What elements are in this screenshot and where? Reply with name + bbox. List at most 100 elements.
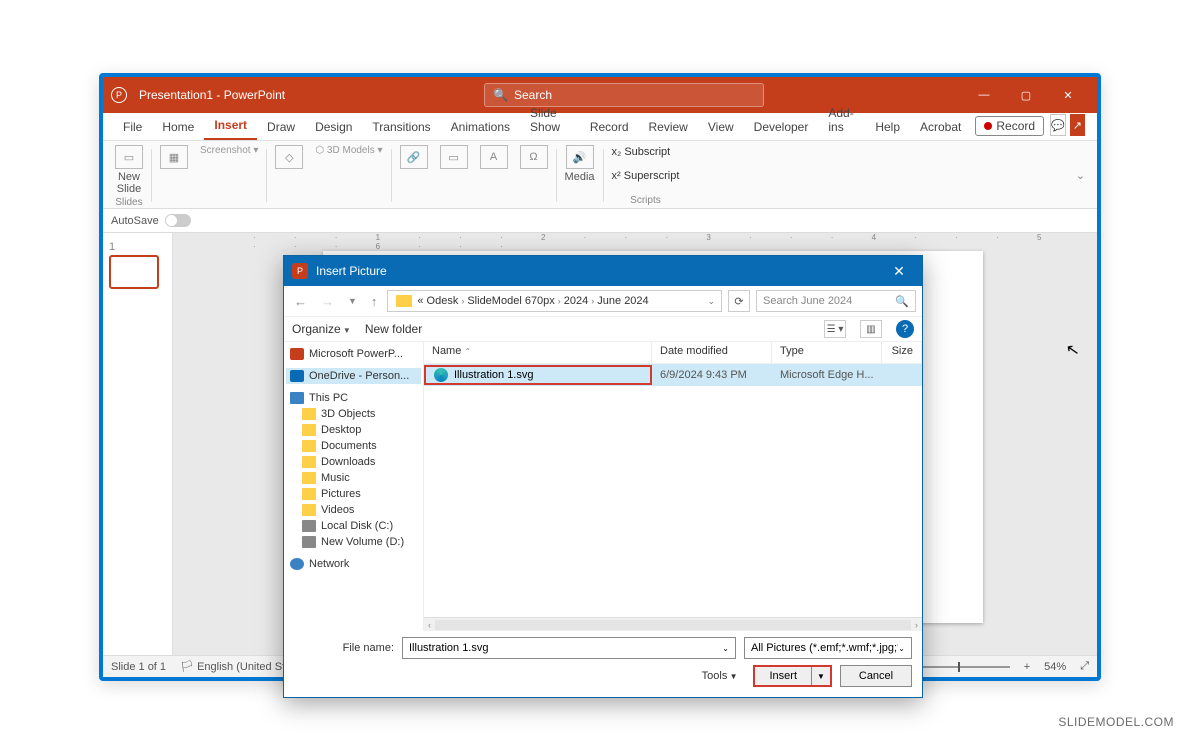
fit-button[interactable]: ⤢	[1080, 660, 1089, 673]
screenshot-button[interactable]: Screenshot ▾	[200, 145, 258, 156]
dialog-search-input[interactable]: Search June 2024 🔍	[756, 290, 916, 312]
zoom-percent[interactable]: 54%	[1044, 661, 1066, 673]
refresh-button[interactable]: ⟳	[728, 290, 750, 312]
text-icon: A	[480, 145, 508, 169]
filetype-filter[interactable]: All Pictures (*.emf;*.wmf;*.jpg;* ⌄	[744, 637, 912, 659]
tree-desktop[interactable]: Desktop	[286, 422, 421, 438]
zoom-slider[interactable]	[910, 666, 1010, 668]
file-illustration-1[interactable]: Illustration 1.svg	[424, 365, 652, 385]
tree-music[interactable]: Music	[286, 470, 421, 486]
insert-picture-dialog: P Insert Picture ✕ ← → ▼ ↑ « Odesk› Slid…	[283, 255, 923, 698]
dialog-close-button[interactable]: ✕	[884, 263, 914, 280]
tree-local-disk-c[interactable]: Local Disk (C:)	[286, 518, 421, 534]
superscript-button[interactable]: x² Superscript	[612, 169, 680, 183]
dialog-titlebar: P Insert Picture ✕	[284, 256, 922, 286]
tab-acrobat[interactable]: Acrobat	[910, 120, 971, 140]
tab-help[interactable]: Help	[865, 120, 910, 140]
organize-button[interactable]: Organize	[292, 322, 351, 336]
new-slide-button[interactable]: ▭ New Slide	[115, 145, 143, 195]
record-button[interactable]: Record	[975, 116, 1044, 136]
view-options-button[interactable]: ☰ ▾	[824, 320, 846, 338]
tab-developer[interactable]: Developer	[744, 120, 819, 140]
share-button[interactable]: ↗	[1070, 114, 1085, 136]
nav-back-button[interactable]: ←	[290, 294, 311, 309]
filename-input[interactable]: Illustration 1.svg ⌄	[402, 637, 736, 659]
tab-review[interactable]: Review	[639, 120, 698, 140]
breadcrumb[interactable]: « Odesk› SlideModel 670px› 2024› June 20…	[387, 290, 722, 312]
cancel-button[interactable]: Cancel	[840, 665, 912, 687]
tree-new-volume-d[interactable]: New Volume (D:)	[286, 534, 421, 550]
tab-insert[interactable]: Insert	[204, 118, 257, 140]
tree-this-pc[interactable]: This PC	[286, 390, 421, 406]
chevron-down-icon[interactable]: ⌄	[722, 644, 729, 653]
tab-animations[interactable]: Animations	[441, 120, 520, 140]
tab-addins[interactable]: Add-ins	[818, 106, 865, 140]
autosave-toggle[interactable]	[165, 214, 191, 227]
powerpoint-window: P Presentation1 - PowerPoint 🔍 Search — …	[99, 73, 1101, 681]
filename-label: File name:	[294, 642, 394, 654]
new-folder-button[interactable]: New folder	[365, 322, 422, 336]
search-placeholder: Search	[514, 88, 552, 102]
shapes-button[interactable]: ◇	[275, 145, 303, 171]
tree-3d-objects[interactable]: 3D Objects	[286, 406, 421, 422]
horizontal-scrollbar[interactable]: ‹›	[424, 617, 922, 631]
tree-videos[interactable]: Videos	[286, 502, 421, 518]
tree-downloads[interactable]: Downloads	[286, 454, 421, 470]
table-button[interactable]: ▦	[160, 145, 188, 171]
col-size[interactable]: Size	[882, 342, 922, 363]
col-type[interactable]: Type	[772, 342, 882, 363]
comments-icon[interactable]: 💬	[1050, 114, 1066, 136]
close-button[interactable]: ✕	[1047, 77, 1089, 113]
nav-up-button[interactable]: ↑	[367, 294, 382, 309]
nav-recent-dropdown[interactable]: ▼	[344, 296, 361, 306]
search-icon: 🔍	[895, 295, 909, 308]
tree-documents[interactable]: Documents	[286, 438, 421, 454]
nav-forward-button[interactable]: →	[317, 294, 338, 309]
zoom-in-button[interactable]: +	[1024, 661, 1030, 673]
tab-record[interactable]: Record	[580, 120, 639, 140]
tab-file[interactable]: File	[113, 120, 152, 140]
link-button[interactable]: 🔗	[400, 145, 428, 171]
dialog-toolbar: Organize New folder ☰ ▾ ▥ ?	[284, 316, 922, 342]
link-icon: 🔗	[400, 145, 428, 169]
ribbon-collapse-chevron-icon[interactable]: ⌄	[1076, 143, 1091, 208]
help-button[interactable]: ?	[896, 320, 914, 338]
tab-draw[interactable]: Draw	[257, 120, 305, 140]
symbols-button[interactable]: Ω	[520, 145, 548, 171]
tab-home[interactable]: Home	[152, 120, 204, 140]
media-button[interactable]: 🔊Media	[565, 145, 595, 183]
tree-onedrive[interactable]: OneDrive - Person...	[286, 368, 421, 384]
3d-models-button[interactable]: ⬡ 3D Models ▾	[315, 145, 382, 156]
text-button[interactable]: A	[480, 145, 508, 171]
tree-powerpoint[interactable]: Microsoft PowerP...	[286, 346, 421, 362]
insert-split-dropdown[interactable]: ▼	[812, 672, 830, 681]
tab-design[interactable]: Design	[305, 120, 362, 140]
col-name[interactable]: Name ⌃	[424, 342, 652, 363]
file-date: 6/9/2024 9:43 PM	[652, 369, 772, 381]
tab-view[interactable]: View	[698, 120, 744, 140]
insert-button[interactable]: Insert ▼	[753, 665, 832, 687]
dialog-body: Microsoft PowerP... OneDrive - Person...…	[284, 342, 922, 631]
search-icon: 🔍	[493, 88, 508, 102]
preview-pane-button[interactable]: ▥	[860, 320, 882, 338]
powerpoint-icon: P	[111, 87, 127, 103]
folder-icon	[396, 295, 412, 307]
minimize-button[interactable]: —	[963, 77, 1005, 113]
tree-network[interactable]: Network	[286, 556, 421, 572]
titlebar: P Presentation1 - PowerPoint 🔍 Search — …	[103, 77, 1097, 113]
tree-pictures[interactable]: Pictures	[286, 486, 421, 502]
tab-transitions[interactable]: Transitions	[362, 120, 440, 140]
tab-slideshow[interactable]: Slide Show	[520, 106, 580, 140]
breadcrumb-dropdown-icon[interactable]: ⌄	[707, 296, 715, 307]
edge-svg-icon	[434, 368, 448, 382]
slide-counter: Slide 1 of 1	[111, 661, 166, 673]
file-row-selected[interactable]: Illustration 1.svg 6/9/2024 9:43 PM Micr…	[424, 364, 922, 386]
comment-button[interactable]: ▭	[440, 145, 468, 171]
dialog-app-icon: P	[292, 263, 308, 279]
subscript-button[interactable]: x₂ Subscript	[612, 145, 671, 159]
tools-dropdown[interactable]: Tools	[702, 670, 738, 682]
col-date[interactable]: Date modified	[652, 342, 772, 363]
slide-thumbnail-1[interactable]	[109, 255, 159, 289]
search-box[interactable]: 🔍 Search	[484, 83, 764, 107]
maximize-button[interactable]: ▢	[1005, 77, 1047, 113]
